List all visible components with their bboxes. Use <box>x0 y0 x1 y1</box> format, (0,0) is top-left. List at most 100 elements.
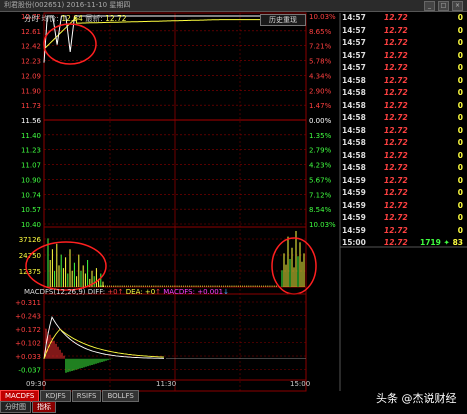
trade-row: 14:59 12.72 0 <box>340 188 467 201</box>
trade-price: 12.72 <box>384 75 408 85</box>
dea-value: +0 <box>144 288 156 296</box>
trade-value: 0 <box>457 213 463 222</box>
percent-axis-label: 7.21% <box>309 43 332 51</box>
trade-price: 12.72 <box>384 88 408 97</box>
trade-row: 14:59 12.72 0 <box>340 226 467 239</box>
trade-row: 14:58 12.72 0 <box>340 151 467 164</box>
trade-time: 14:59 <box>342 200 366 210</box>
window-title: 利君股份(002651) 2016-11-10 星期四 <box>4 1 131 9</box>
percent-axis-label: 8.54% <box>309 206 332 214</box>
trade-value: 0 <box>457 25 463 35</box>
trade-time: 14:58 <box>342 150 366 160</box>
trade-value: 0 <box>457 163 463 172</box>
percent-axis-label: 5.78% <box>309 58 332 66</box>
price-axis-label: 12.42 <box>21 43 41 51</box>
trade-time: 14:58 <box>342 163 366 172</box>
trade-price: 12.72 <box>384 25 408 35</box>
macd-header: MACDFS(12,26,9) DIFF: +0↑ DEA: +0↑ MACDF… <box>24 288 229 296</box>
price-axis-label: 10.57 <box>21 206 41 214</box>
price-axis-label: 11.56 <box>21 117 42 125</box>
trade-value: 0 <box>457 100 463 110</box>
trade-price: 12.72 <box>384 50 408 60</box>
diff-label: DIFF: <box>87 288 106 296</box>
trade-row-final: 15:00 12.72 1719 ✦ 83 <box>340 238 467 251</box>
trade-value: 0 <box>457 63 463 72</box>
trade-value: 0 <box>457 200 463 210</box>
trade-row: 14:58 12.72 0 <box>340 138 467 151</box>
trade-row: 14:59 12.72 0 <box>340 201 467 214</box>
trade-row: 14:57 12.72 0 <box>340 13 467 26</box>
dea-arrow-icon: ↑ <box>155 288 162 296</box>
watermark: 头条 @杰说财经 <box>372 388 461 408</box>
diff-line <box>43 316 165 359</box>
macd-name: MACDFS(12,26,9) <box>24 288 86 296</box>
avg-price-label: 均价: <box>41 14 59 23</box>
avg-price-value: 12.64 <box>61 14 83 23</box>
trade-time: 14:57 <box>342 63 366 72</box>
trade-row: 14:59 12.72 0 <box>340 176 467 189</box>
trade-time: 14:59 <box>342 188 366 197</box>
minimize-button[interactable]: _ <box>424 1 435 11</box>
dea-label: DEA: <box>125 288 143 296</box>
trade-price: 12.72 <box>384 113 408 122</box>
trade-price: 12.72 <box>384 150 408 160</box>
trade-price: 12.72 <box>384 125 408 135</box>
view-tab-1[interactable]: 指标 <box>32 401 56 413</box>
trade-time: 14:58 <box>342 138 366 147</box>
percent-axis-label: 4.23% <box>309 162 332 170</box>
trade-price: 12.72 <box>384 225 408 235</box>
trade-row: 14:57 12.72 0 <box>340 38 467 51</box>
volume-axis-label: 12375 <box>19 268 41 276</box>
trade-time: 15:00 <box>342 238 366 247</box>
time-end: 15:00 <box>290 380 311 388</box>
trade-value: 0 <box>457 88 463 97</box>
percent-axis-label: 0.00% <box>309 117 332 125</box>
history-replay-button[interactable]: 历史重现 <box>260 14 306 26</box>
diff-arrow-icon: ↑ <box>117 288 124 296</box>
header-line-label: 分时 <box>24 14 39 23</box>
trade-list[interactable]: 14:57 12.72 0 14:57 12.72 0 14:57 12.72 0 14:57 12… <box>340 13 467 248</box>
percent-axis-label: 2.90% <box>309 87 332 95</box>
price-axis-label: 10.74 <box>21 191 42 199</box>
trade-price: 12.72 <box>384 100 408 110</box>
maximize-button[interactable]: □ <box>438 1 449 11</box>
trade-time: 14:58 <box>342 100 366 110</box>
time-mid: 11:30 <box>156 380 177 388</box>
macd-axis-label: +0.172 <box>15 326 41 334</box>
chart-header: 分时 均价: 12.64 最新: 12.72 <box>24 13 127 24</box>
close-button[interactable]: × <box>452 1 463 11</box>
volume-axis-label: 37126 <box>19 236 42 244</box>
trade-value: 0 <box>457 50 463 60</box>
indicator-tabs: MACDFS KDJFS RSIFS BOLLFS <box>0 390 139 402</box>
trade-time: 14:59 <box>342 225 366 235</box>
trade-price: 12.72 <box>384 238 408 247</box>
tab-rsifs[interactable]: RSIFS <box>71 390 102 402</box>
price-axis-label: 11.90 <box>21 87 41 95</box>
price-axis-label: 11.73 <box>21 102 41 110</box>
trade-price: 12.72 <box>384 13 408 22</box>
macd-axis-label: +0.033 <box>15 353 41 361</box>
trade-value: 0 <box>457 150 463 160</box>
trade-row: 14:58 12.72 0 <box>340 113 467 126</box>
view-tab-0[interactable]: 分时图 <box>0 401 31 413</box>
trade-price: 12.72 <box>384 38 408 47</box>
price-axis-label: 12.09 <box>21 72 41 80</box>
trade-value: 0 <box>457 125 463 135</box>
percent-axis-label: 4.34% <box>309 72 332 80</box>
tab-bollfs[interactable]: BOLLFS <box>102 390 139 402</box>
price-axis-label: 11.07 <box>21 162 41 170</box>
price-axis-label: 10.40 <box>21 221 41 229</box>
trade-row: 14:58 12.72 0 <box>340 88 467 101</box>
trade-row: 14:57 12.72 0 <box>340 51 467 64</box>
trade-price: 12.72 <box>384 213 408 222</box>
window-controls: _ □ × <box>424 1 463 11</box>
trade-row: 14:58 12.72 0 <box>340 126 467 139</box>
annotation-circle <box>43 23 97 65</box>
trade-value: 83 <box>452 238 463 247</box>
trade-time: 14:58 <box>342 113 366 122</box>
percent-axis-label: 1.35% <box>309 132 332 140</box>
trade-value: 0 <box>457 138 463 147</box>
trade-time: 14:58 <box>342 125 366 135</box>
trade-row: 14:59 12.72 0 <box>340 213 467 226</box>
diff-value: +0 <box>107 288 118 296</box>
